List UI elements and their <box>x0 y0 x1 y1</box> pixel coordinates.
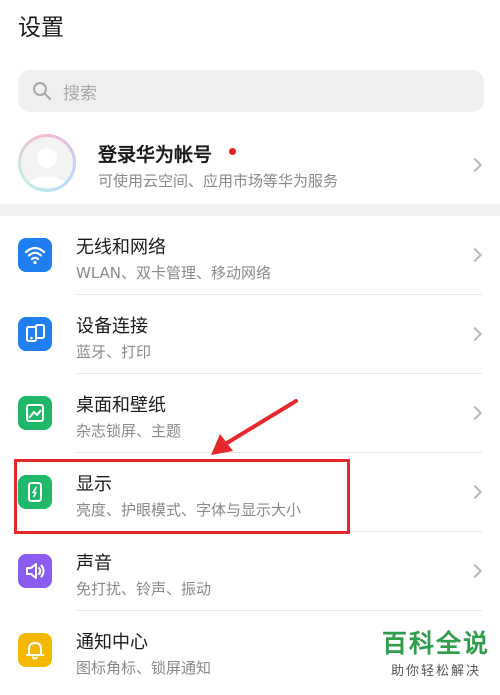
watermark-title: 百科全说 <box>381 629 490 658</box>
watermark-subtitle: 助你轻松解决 <box>390 664 481 679</box>
annotation-arrow <box>211 399 298 455</box>
watermark-logo: 百科全说 助你轻松解决 <box>382 624 490 679</box>
